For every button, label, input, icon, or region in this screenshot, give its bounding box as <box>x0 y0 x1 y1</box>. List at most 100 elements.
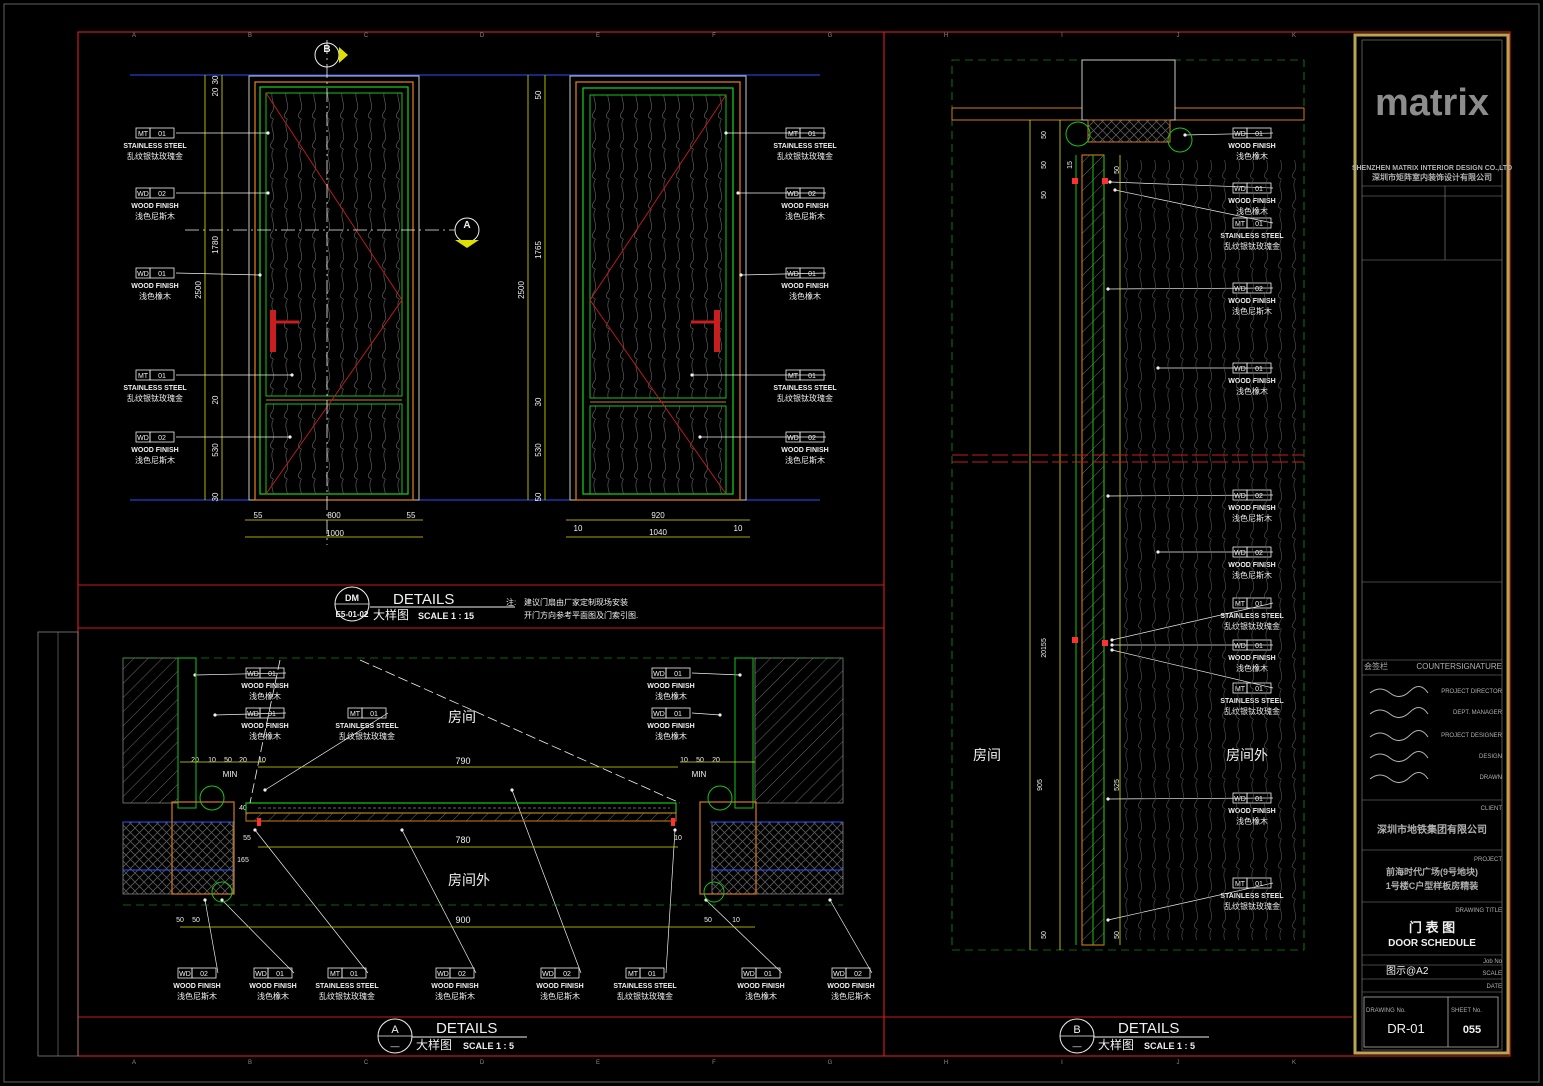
tag-leader-dot <box>1106 918 1110 922</box>
tag-leader-line <box>665 829 676 974</box>
details-top-note1: 建议门扇由厂家定制现场安装 <box>524 597 628 607</box>
plan-dimension: 10 <box>208 757 216 764</box>
dimension-label: 1780 <box>211 236 220 254</box>
tag-leader-dot <box>698 435 702 439</box>
material-tag-wd1: WD 01 WOOD FINISH浅色橡木 <box>704 898 785 1001</box>
tag-leader-dot <box>736 191 740 195</box>
tag-en: STAINLESS STEEL <box>123 143 187 150</box>
material-tag-wd1: WD 01 WOOD FINISH浅色橡木 <box>220 898 297 1001</box>
tag-leader-line <box>401 829 477 974</box>
tag-code: MT <box>788 131 799 138</box>
jobno-label: Job No <box>1483 959 1503 965</box>
tag-num: 01 <box>808 271 816 278</box>
plan-room-in: 房间 <box>448 709 476 725</box>
details-top-id: DM <box>345 593 359 603</box>
plan-dimension: 20 <box>712 757 720 764</box>
tag-leader-line <box>221 899 295 974</box>
tag-leader-dot <box>510 788 514 792</box>
tag-leader-line <box>204 899 219 974</box>
sheet-no-label: SHEET No. <box>1451 1008 1482 1014</box>
section-marker-a: A <box>454 217 480 248</box>
tag-leader-dot <box>253 828 257 832</box>
tag-cn: 乱纹银钛玫瑰金 <box>339 731 395 741</box>
signature-roles: PROJECT DIRECTOR DEPT. MANAGER PROJECT DES… <box>1369 686 1503 783</box>
tag-cn: 浅色橡木 <box>139 291 171 301</box>
tag-leader-dot <box>288 435 292 439</box>
scale-value: 图示@A2 <box>1386 965 1429 977</box>
details-top-scale: SCALE 1 : 15 <box>418 611 474 621</box>
tag-cn: 乱纹银钛玫瑰金 <box>319 991 375 1001</box>
tag-cn: 浅色橡木 <box>1236 151 1268 161</box>
tag-leader-dot <box>724 131 728 135</box>
tag-leader-dot <box>673 828 677 832</box>
tag-code: WD <box>787 271 799 278</box>
tag-en: WOOD FINISH <box>647 723 694 730</box>
tag-cn: 浅色橡木 <box>257 991 289 1001</box>
plan-dim-mid: 780 <box>455 835 470 845</box>
tag-code: WD <box>787 191 799 198</box>
tag-leader-dot <box>266 191 270 195</box>
grid-letter-top: J <box>1177 33 1180 39</box>
tag-en: WOOD FINISH <box>536 983 583 990</box>
drawing-no: DR-01 <box>1387 1021 1425 1036</box>
plan-dimension: 50 <box>696 757 704 764</box>
section-b-dimension: 5 <box>1041 638 1048 642</box>
details-top-subtitle: 大样图 <box>373 607 409 622</box>
material-tag-mt1: MT 01 STAINLESS STEEL乱纹银钛玫瑰金 <box>613 828 677 1001</box>
marker-a-letter: A <box>463 220 470 231</box>
signature-role: PROJECT DIRECTOR <box>1441 689 1502 695</box>
details-top-title: DETAILS <box>393 591 454 608</box>
dimension-label: 530 <box>534 443 543 457</box>
tag-leader-dot <box>1106 287 1110 291</box>
tag-code: WD <box>1234 131 1246 138</box>
title-block-logo: matrix <box>1375 82 1489 124</box>
tag-code: MT <box>138 131 149 138</box>
signature-scribble <box>1369 707 1429 718</box>
section-b-dimension: 50 <box>1041 191 1048 199</box>
tag-code: WD <box>787 435 799 442</box>
details-a-subtitle: 大样图 <box>416 1037 452 1052</box>
tag-code: MT <box>350 711 361 718</box>
tag-leader-dot <box>1110 648 1114 652</box>
signature-role: PROJECT DESIGNER <box>1441 733 1503 739</box>
details-b-title: DETAILS <box>1118 1020 1179 1037</box>
plan-dimension: 50 <box>704 917 712 924</box>
sheet-frame <box>3 3 1540 1083</box>
dimension-label: 1000 <box>326 529 344 538</box>
dimension-label: 2500 <box>517 281 526 299</box>
tag-num: 02 <box>158 191 166 198</box>
tag-num: 01 <box>158 131 166 138</box>
tag-cn: 乱纹银钛玫瑰金 <box>617 991 673 1001</box>
dimension-label: 10 <box>734 524 743 533</box>
tag-num: 01 <box>674 671 682 678</box>
plan-dimension: 50 <box>192 917 200 924</box>
tag-num: 01 <box>674 711 682 718</box>
tag-leader-line <box>254 829 369 974</box>
plan-dimension: 10 <box>674 835 682 842</box>
tag-leader-dot <box>258 273 262 277</box>
tag-cn: 浅色橡木 <box>655 691 687 701</box>
tag-num: 01 <box>268 711 276 718</box>
material-tag-wd1: WD 01 WOOD FINISH浅色橡木 <box>1183 127 1276 161</box>
drawing-title-en: DOOR SCHEDULE <box>1388 938 1476 949</box>
tag-en: WOOD FINISH <box>241 723 288 730</box>
drawing-title-label: DRAWING TITLE <box>1455 908 1502 914</box>
tag-num: 02 <box>200 971 208 978</box>
tag-num: 01 <box>648 971 656 978</box>
grid-letter-top: F <box>712 33 716 39</box>
tag-num: 02 <box>158 435 166 442</box>
tag-en: WOOD FINISH <box>241 683 288 690</box>
grid-letter-top: I <box>1061 33 1063 39</box>
dimension-label: 30 <box>534 397 543 406</box>
tag-code: MT <box>628 971 639 978</box>
project-line2: 1号楼C户型样板房精装 <box>1386 880 1480 891</box>
tag-en: WOOD FINISH <box>131 447 178 454</box>
tag-num: 02 <box>808 191 816 198</box>
tag-code: WD <box>255 971 267 978</box>
details-a-scale: SCALE 1 : 5 <box>463 1041 514 1051</box>
tag-leader-dot <box>1106 494 1110 498</box>
drawing-title-cn: 门 表 图 <box>1409 920 1455 935</box>
grid-letter-top: G <box>828 33 833 39</box>
tag-leader-dot <box>1113 188 1117 192</box>
cad-drawing-canvas: AABBCCDDEEFFGGHHIIJJKK B A MT 01STAINLES… <box>3 3 1540 1083</box>
